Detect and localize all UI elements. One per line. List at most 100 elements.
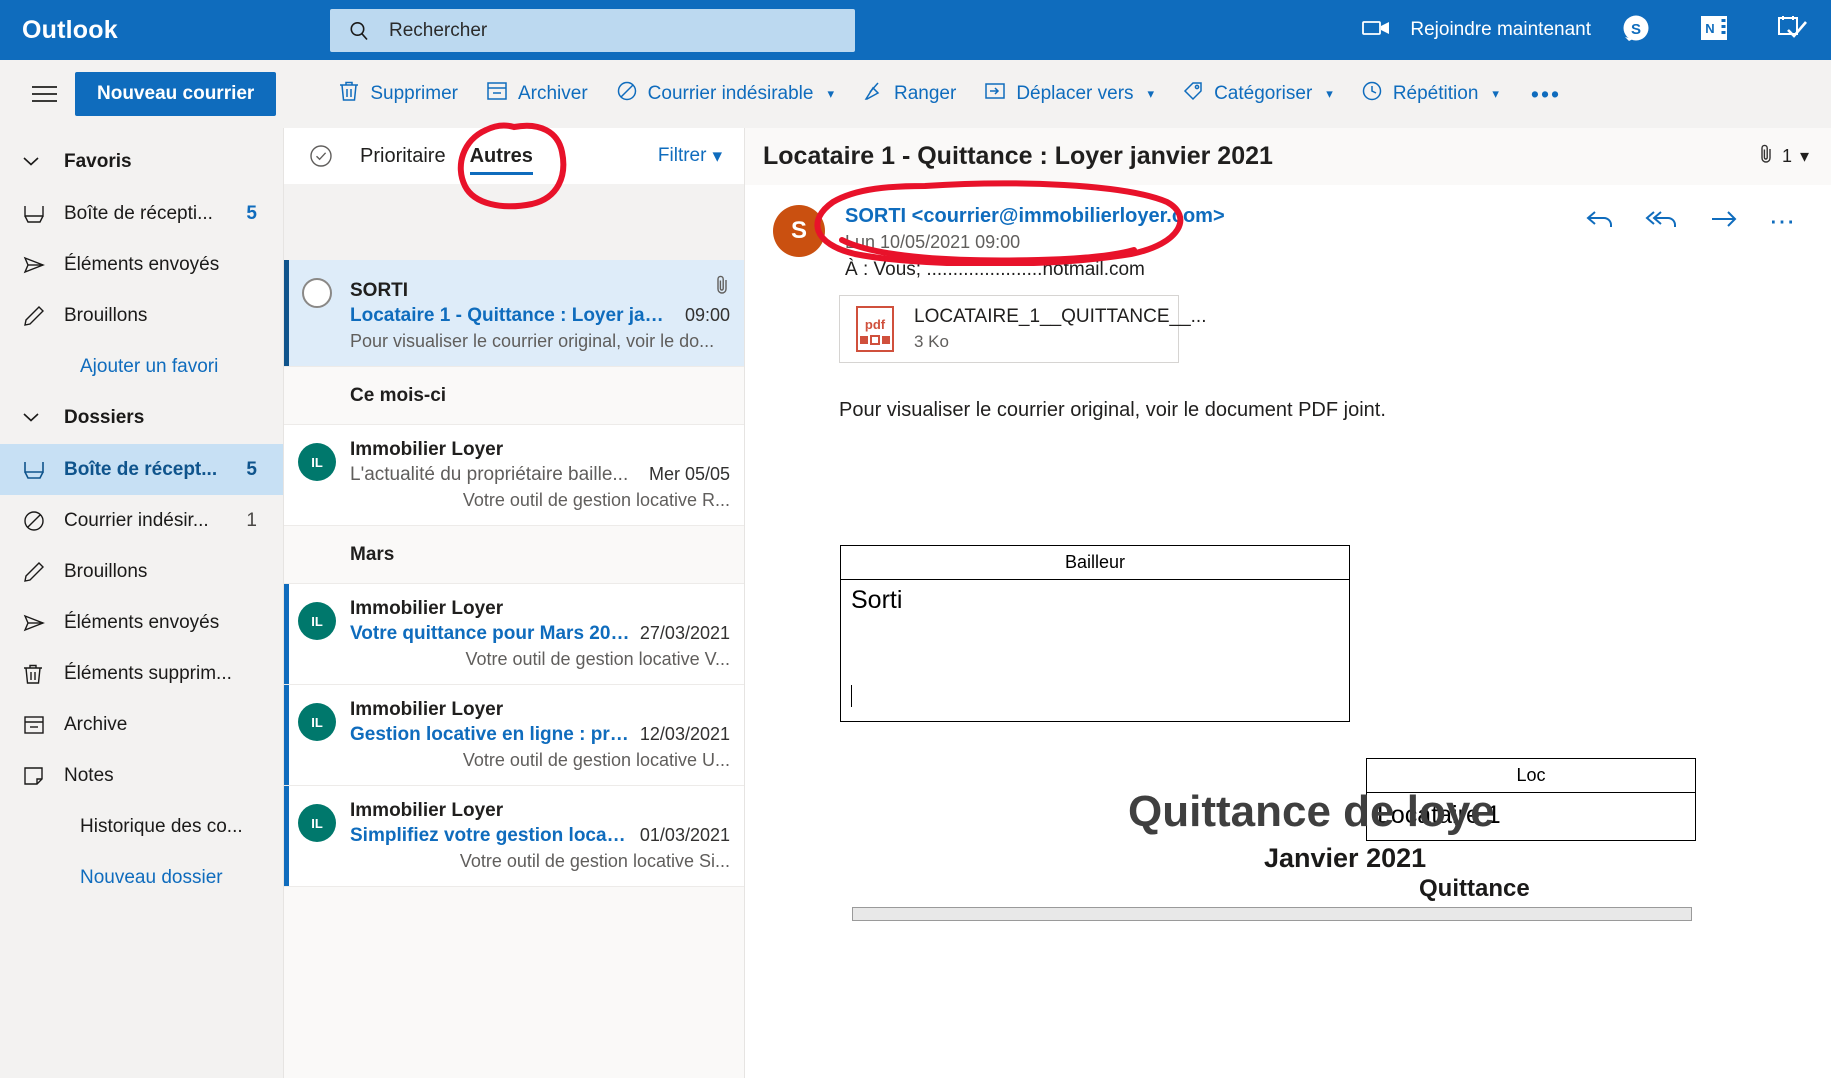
avatar: IL bbox=[298, 443, 336, 481]
new-folder-link[interactable]: Nouveau dossier bbox=[0, 852, 283, 903]
sidebar-item-favorite-drafts[interactable]: Brouillons bbox=[0, 290, 283, 341]
message-line-sender: Immobilier Loyer bbox=[350, 699, 730, 721]
message-row[interactable]: IL Immobilier Loyer L'actualité du propr… bbox=[284, 425, 744, 526]
more-actions-icon[interactable]: ⋯ bbox=[1769, 206, 1797, 237]
skype-icon[interactable]: S bbox=[1621, 13, 1651, 48]
add-favorite-link[interactable]: Ajouter un favori bbox=[0, 341, 283, 392]
hamburger-menu-icon[interactable] bbox=[32, 86, 57, 102]
folders-group-header[interactable]: Dossiers bbox=[0, 392, 283, 444]
message-body: SORTI Locataire 1 - Quittance : Loyer ja… bbox=[350, 274, 730, 352]
sweep-button[interactable]: Ranger bbox=[848, 72, 970, 116]
delete-button[interactable]: Supprimer bbox=[324, 72, 472, 116]
delete-label: Supprimer bbox=[370, 83, 458, 104]
search-icon bbox=[347, 19, 371, 43]
select-circle-wrap[interactable] bbox=[284, 274, 350, 352]
sender-email[interactable]: SORTI <courrier@immobilierloyer.com> bbox=[845, 205, 1225, 228]
categorize-button[interactable]: Catégoriser ▾ bbox=[1168, 72, 1347, 116]
message-row-selected[interactable]: SORTI Locataire 1 - Quittance : Loyer ja… bbox=[284, 260, 744, 367]
more-commands-button[interactable]: ••• bbox=[1513, 72, 1575, 116]
video-camera-icon bbox=[1362, 17, 1392, 44]
join-now-button[interactable]: Rejoindre maintenant bbox=[1362, 0, 1591, 60]
sidebar-label: Boîte de récepti... bbox=[64, 202, 213, 224]
favorites-group-header[interactable]: Favoris bbox=[0, 136, 283, 188]
forward-icon[interactable] bbox=[1709, 207, 1739, 236]
message-date: Mer 05/05 bbox=[648, 464, 730, 484]
folder-sidebar: Favoris Boîte de récepti... 5 Éléments e… bbox=[0, 128, 283, 1078]
sidebar-label: Brouillons bbox=[64, 560, 148, 582]
message-preview: Pour visualiser le courrier original, vo… bbox=[350, 331, 715, 351]
attachment-meta: LOCATAIRE_1__QUITTANCE__... 3 Ko bbox=[914, 306, 1206, 352]
sidebar-item-favorite-sent[interactable]: Éléments envoyés bbox=[0, 239, 283, 290]
text-caret bbox=[851, 685, 852, 707]
message-line-subject: L'actualité du propriétaire baille... Me… bbox=[350, 464, 730, 486]
app-brand: Outlook bbox=[22, 15, 118, 44]
sidebar-label: Brouillons bbox=[64, 304, 148, 326]
sidebar-item-notes[interactable]: Notes bbox=[0, 750, 283, 801]
filter-button[interactable]: Filtrer ▾ bbox=[658, 145, 722, 168]
attachment-count: 1 bbox=[1781, 146, 1792, 166]
group-header-march: Mars bbox=[284, 526, 744, 584]
sidebar-item-junk[interactable]: Courrier indésir... 1 bbox=[0, 495, 283, 546]
sidebar-label: Notes bbox=[64, 764, 114, 786]
message-date: 09:00 bbox=[684, 305, 730, 325]
attachment-indicator[interactable]: 1 ▾ bbox=[1758, 143, 1809, 170]
message-list: Prioritaire Autres Filtrer ▾ SORTI Locat… bbox=[283, 128, 744, 1078]
reply-icon[interactable] bbox=[1585, 207, 1615, 236]
message-list-header: Prioritaire Autres Filtrer ▾ bbox=[284, 128, 744, 184]
snooze-button[interactable]: Répétition ▾ bbox=[1347, 72, 1513, 116]
sidebar-item-inbox[interactable]: Boîte de récept... 5 bbox=[0, 444, 283, 495]
message-line-subject: Simplifiez votre gestion locative 01/03/… bbox=[350, 825, 730, 847]
message-body-text: Pour visualiser le courrier original, vo… bbox=[839, 399, 1386, 421]
tab-other[interactable]: Autres bbox=[458, 128, 545, 184]
select-circle[interactable] bbox=[302, 278, 332, 308]
chevron-down-icon: ▾ bbox=[1799, 146, 1809, 166]
sidebar-item-deleted[interactable]: Éléments supprim... bbox=[0, 648, 283, 699]
attachment-card[interactable]: pdf LOCATAIRE_1__QUITTANCE__... 3 Ko bbox=[839, 295, 1206, 363]
block-icon bbox=[616, 80, 638, 108]
message-line-subject: Locataire 1 - Quittance : Loyer janvi...… bbox=[350, 305, 730, 327]
sidebar-item-sent[interactable]: Éléments envoyés bbox=[0, 597, 283, 648]
focused-inbox-icon[interactable] bbox=[308, 143, 334, 169]
message-date: 27/03/2021 bbox=[639, 623, 730, 643]
sidebar-item-favorite-inbox[interactable]: Boîte de récepti... 5 bbox=[0, 188, 283, 239]
folders-label: Dossiers bbox=[64, 407, 145, 428]
message-line-sender: Immobilier Loyer bbox=[350, 439, 730, 461]
new-mail-button[interactable]: Nouveau courrier bbox=[75, 72, 277, 116]
search-placeholder: Rechercher bbox=[389, 19, 488, 41]
reply-all-icon[interactable] bbox=[1645, 207, 1679, 236]
message-subject: L'actualité du propriétaire baille... bbox=[350, 464, 629, 485]
move-to-button[interactable]: Déplacer vers ▾ bbox=[970, 72, 1168, 116]
to-prefix: À : bbox=[845, 259, 869, 280]
sidebar-count: 5 bbox=[246, 202, 257, 224]
message-row[interactable]: IL Immobilier Loyer Gestion locative en … bbox=[284, 685, 744, 786]
attachment-name: LOCATAIRE_1__QUITTANCE__... bbox=[914, 306, 1207, 327]
search-box[interactable]: Rechercher bbox=[330, 9, 855, 52]
message-row[interactable]: IL Immobilier Loyer Votre quittance pour… bbox=[284, 584, 744, 685]
todo-icon[interactable] bbox=[1777, 14, 1809, 47]
categorize-label: Catégoriser bbox=[1214, 83, 1313, 104]
avatar-wrap: IL bbox=[284, 439, 350, 511]
outlook-window: Outlook Rechercher Rejoindre maintenant bbox=[0, 0, 1831, 1078]
archive-button[interactable]: Archiver bbox=[472, 72, 602, 116]
sidebar-item-drafts[interactable]: Brouillons bbox=[0, 546, 283, 597]
sidebar-item-conversation-history[interactable]: Historique des co... bbox=[0, 801, 283, 852]
junk-button[interactable]: Courrier indésirable ▾ bbox=[602, 72, 848, 116]
top-app-icons: S N bbox=[1621, 0, 1809, 60]
snooze-label: Répétition bbox=[1392, 83, 1479, 104]
page-title: Locataire 1 - Quittance : Loyer janvier … bbox=[763, 142, 1273, 170]
message-row[interactable]: IL Immobilier Loyer Simplifiez votre ges… bbox=[284, 786, 744, 887]
avatar: IL bbox=[298, 602, 336, 640]
sidebar-label: Éléments supprim... bbox=[64, 662, 232, 684]
message-sender: Immobilier Loyer bbox=[350, 699, 504, 720]
top-bar: Outlook Rechercher Rejoindre maintenant bbox=[0, 0, 1831, 60]
message-sender: Immobilier Loyer bbox=[350, 800, 504, 821]
sweep-label: Ranger bbox=[894, 83, 957, 104]
message-preview: Votre outil de gestion locative Si... bbox=[459, 851, 730, 871]
trash-icon bbox=[338, 79, 360, 109]
svg-text:pdf: pdf bbox=[865, 317, 886, 332]
onenote-icon[interactable]: N bbox=[1699, 14, 1729, 47]
tab-focused[interactable]: Prioritaire bbox=[348, 128, 458, 184]
sidebar-item-archive[interactable]: Archive bbox=[0, 699, 283, 750]
message-sender: Immobilier Loyer bbox=[350, 598, 504, 619]
pencil-icon bbox=[22, 305, 64, 327]
